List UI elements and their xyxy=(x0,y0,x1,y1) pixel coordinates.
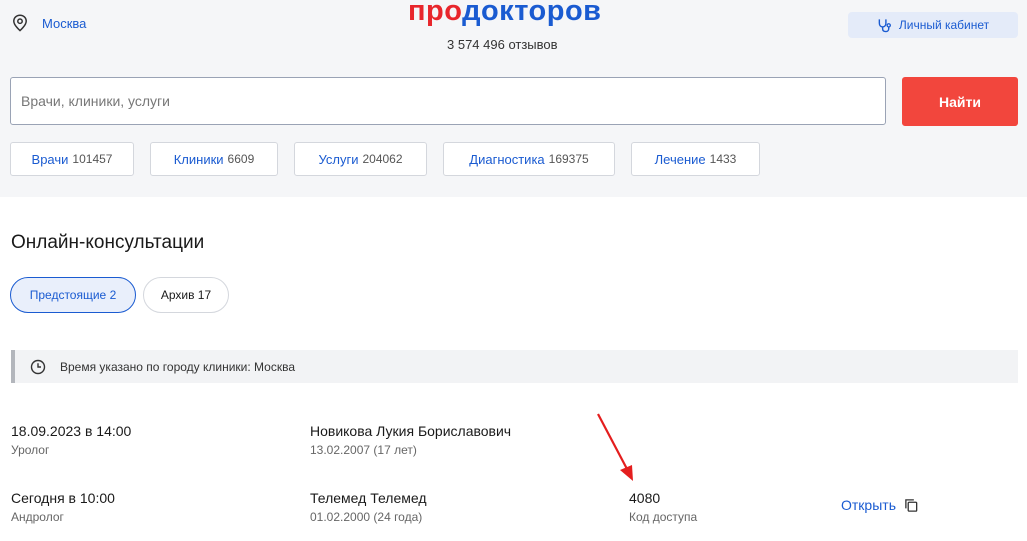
annotation-arrow xyxy=(597,413,633,481)
